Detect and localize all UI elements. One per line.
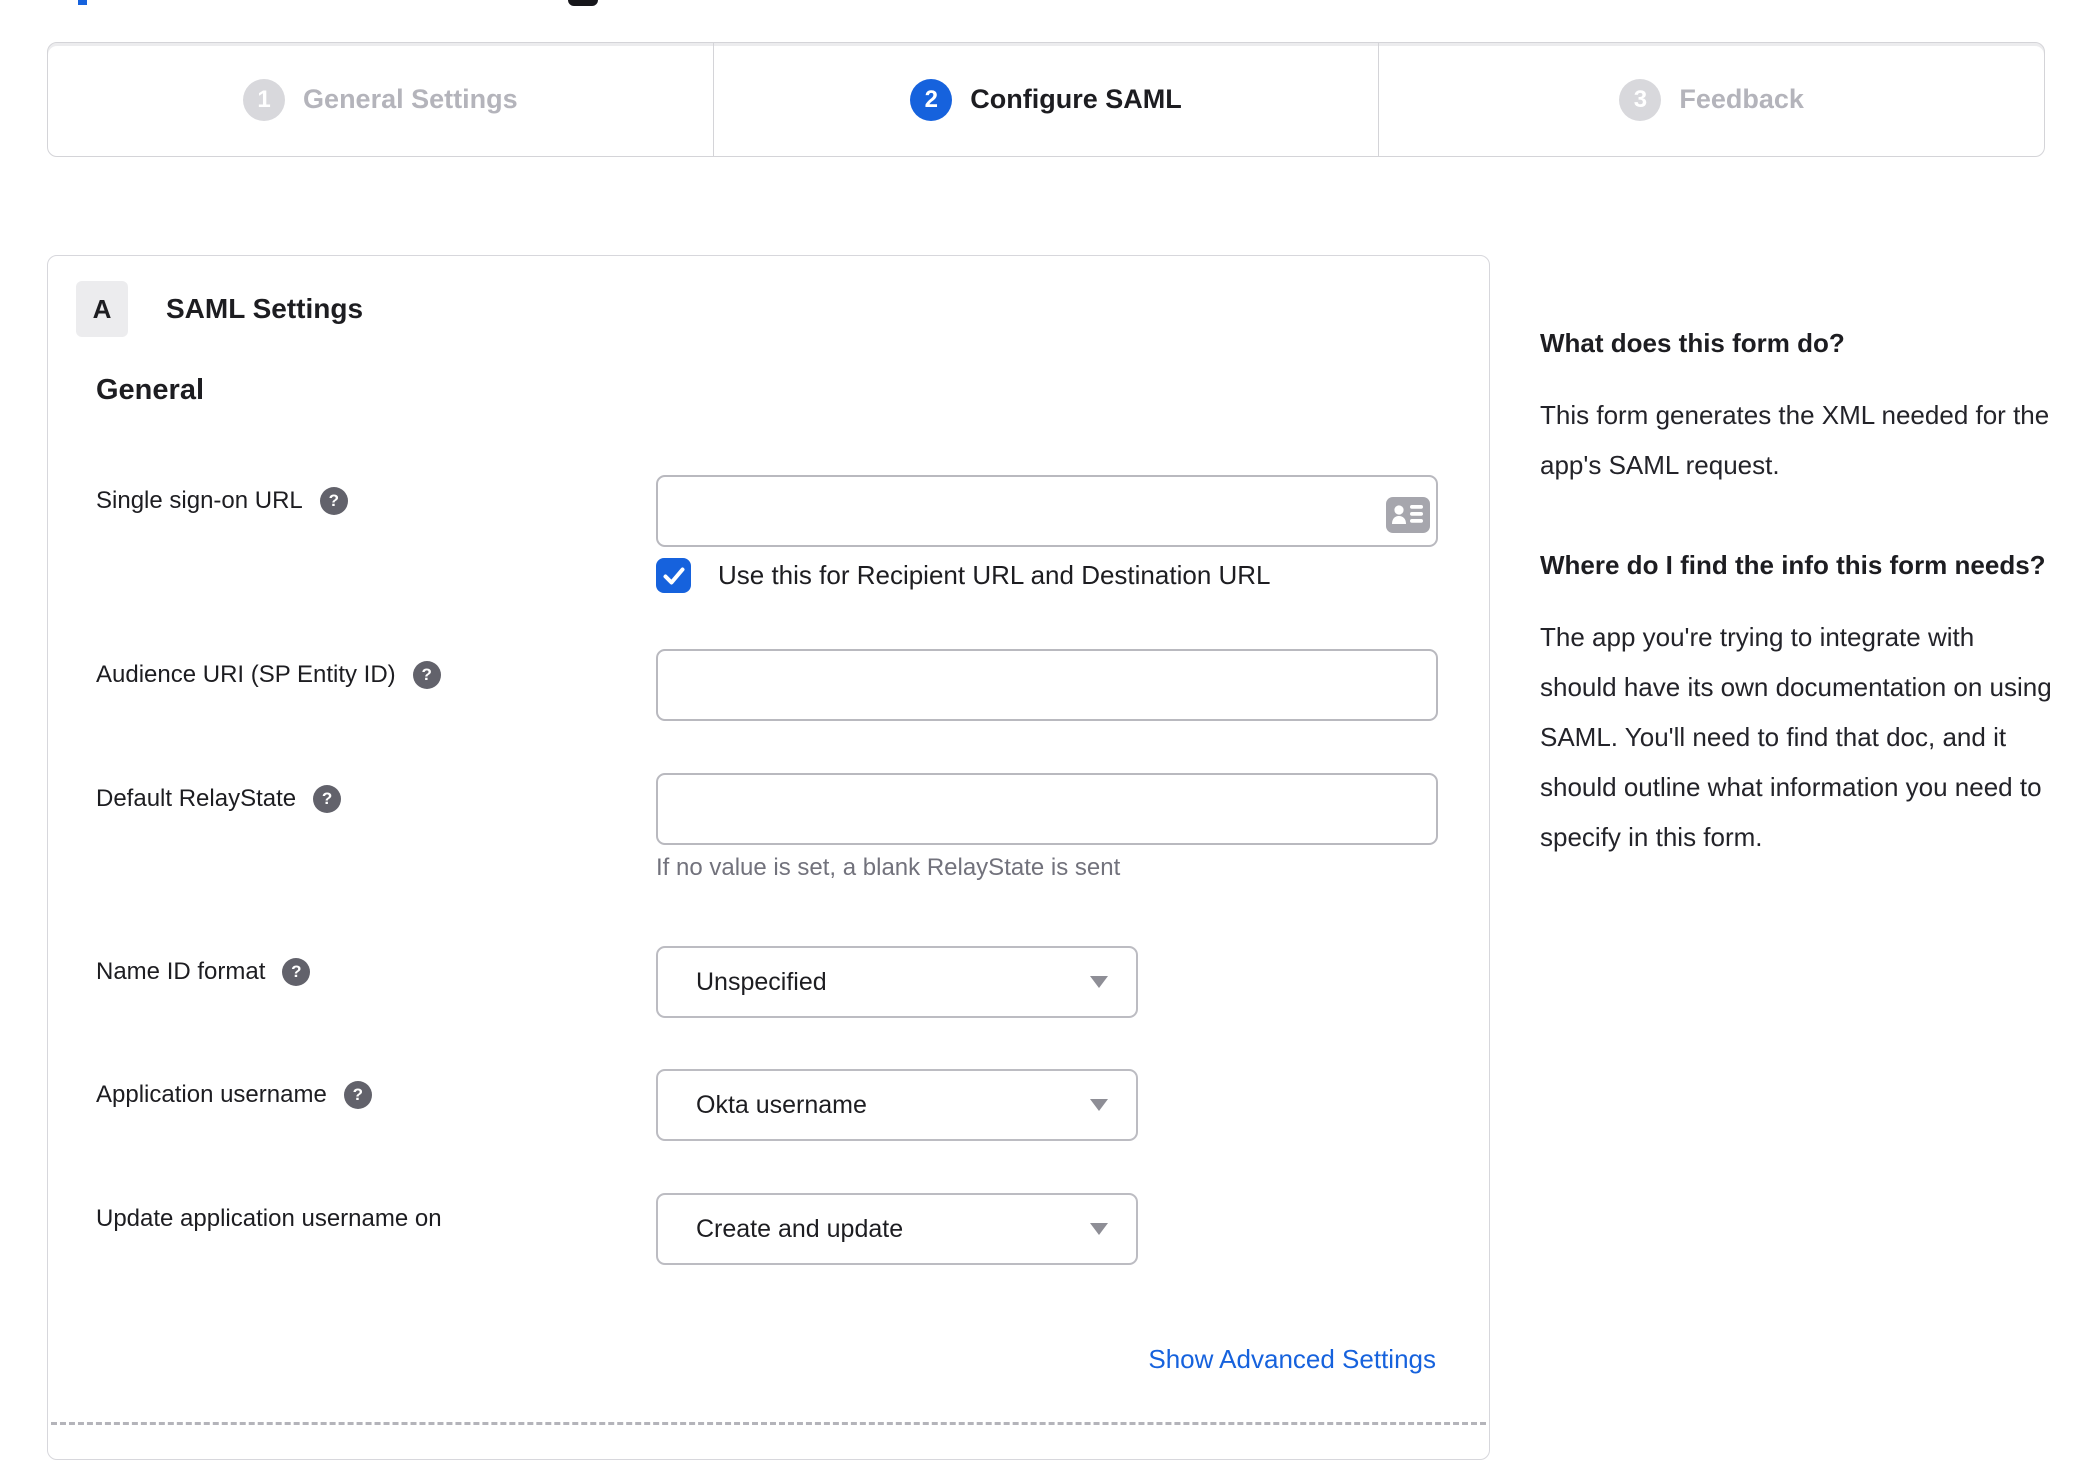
question-mark-icon[interactable]: ? bbox=[313, 785, 342, 813]
saml-settings-panel: A SAML Settings General Single sign-on U… bbox=[47, 255, 1490, 1460]
help-heading-what: What does this form do? bbox=[1540, 328, 1845, 358]
field-row-audience: Audience URI (SP Entity ID) ? bbox=[48, 649, 1489, 721]
question-mark-icon[interactable]: ? bbox=[412, 661, 441, 689]
general-section-heading: General bbox=[96, 374, 204, 406]
application-username-select[interactable]: Okta username bbox=[656, 1069, 1138, 1141]
field-row-name-id-format: Name ID format ? Unspecified bbox=[48, 946, 1489, 1018]
field-row-relay-state: Default RelayState ? bbox=[48, 773, 1489, 845]
question-mark-icon[interactable]: ? bbox=[282, 958, 311, 986]
checkmark-icon bbox=[663, 567, 684, 584]
step-label: Configure SAML bbox=[970, 84, 1182, 114]
sso-checkbox-row: Use this for Recipient URL and Destinati… bbox=[656, 558, 1271, 593]
question-mark-icon[interactable]: ? bbox=[343, 1081, 372, 1109]
field-row-application-username: Application username ? Okta username bbox=[48, 1069, 1489, 1141]
relay-state-label: Default RelayState bbox=[96, 785, 297, 812]
help-heading-where: Where do I find the info this form needs… bbox=[1540, 550, 2046, 580]
section-divider bbox=[51, 1422, 1486, 1425]
update-username-label: Update application username on bbox=[96, 1205, 442, 1232]
step-number-badge: 2 bbox=[910, 78, 953, 121]
recipient-url-checkbox-label: Use this for Recipient URL and Destinati… bbox=[718, 560, 1271, 590]
contact-card-icon[interactable] bbox=[1386, 497, 1430, 533]
name-id-format-label: Name ID format bbox=[96, 958, 266, 985]
sso-url-label: Single sign-on URL bbox=[96, 487, 303, 514]
recipient-url-checkbox[interactable] bbox=[656, 558, 691, 593]
step-feedback: 3 Feedback bbox=[1378, 43, 2044, 156]
step-label: General Settings bbox=[303, 84, 518, 114]
wizard-stepper: 1 General Settings 2 Configure SAML 3 Fe… bbox=[47, 42, 2045, 157]
clipped-dark-fragment bbox=[568, 0, 598, 6]
field-row-sso: Single sign-on URL ? bbox=[48, 475, 1489, 547]
update-username-select[interactable]: Create and update bbox=[656, 1193, 1138, 1265]
step-configure-saml[interactable]: 2 Configure SAML bbox=[712, 43, 1379, 156]
name-id-format-select[interactable]: Unspecified bbox=[656, 946, 1138, 1018]
step-number-badge: 1 bbox=[243, 78, 286, 121]
help-text-where: The app you're trying to integrate with … bbox=[1540, 622, 2052, 852]
field-row-update-username: Update application username on Create an… bbox=[48, 1193, 1489, 1265]
application-username-label: Application username bbox=[96, 1081, 327, 1108]
show-advanced-settings-link[interactable]: Show Advanced Settings bbox=[1148, 1344, 1436, 1375]
help-sidebar: What does this form do? This form genera… bbox=[1540, 318, 2056, 912]
step-label: Feedback bbox=[1679, 84, 1804, 114]
panel-title: SAML Settings bbox=[166, 293, 364, 324]
name-id-format-value: Unspecified bbox=[696, 967, 827, 996]
chevron-down-icon bbox=[1090, 1099, 1108, 1111]
audience-uri-label: Audience URI (SP Entity ID) bbox=[96, 661, 396, 688]
clipped-blue-fragment bbox=[78, 0, 87, 5]
update-username-value: Create and update bbox=[696, 1214, 904, 1243]
panel-header: A SAML Settings bbox=[76, 281, 363, 337]
question-mark-icon[interactable]: ? bbox=[319, 487, 348, 515]
help-text-what: This form generates the XML needed for t… bbox=[1540, 400, 2050, 480]
sso-url-input[interactable] bbox=[656, 475, 1438, 547]
chevron-down-icon bbox=[1090, 976, 1108, 988]
relay-state-hint: If no value is set, a blank RelayState i… bbox=[656, 854, 1121, 881]
application-username-value: Okta username bbox=[696, 1090, 867, 1119]
relay-state-input[interactable] bbox=[656, 773, 1438, 845]
step-general-settings[interactable]: 1 General Settings bbox=[48, 43, 713, 156]
chevron-down-icon bbox=[1090, 1223, 1108, 1235]
section-a-badge: A bbox=[76, 281, 128, 337]
step-number-badge: 3 bbox=[1619, 78, 1662, 121]
audience-uri-input[interactable] bbox=[656, 649, 1438, 721]
